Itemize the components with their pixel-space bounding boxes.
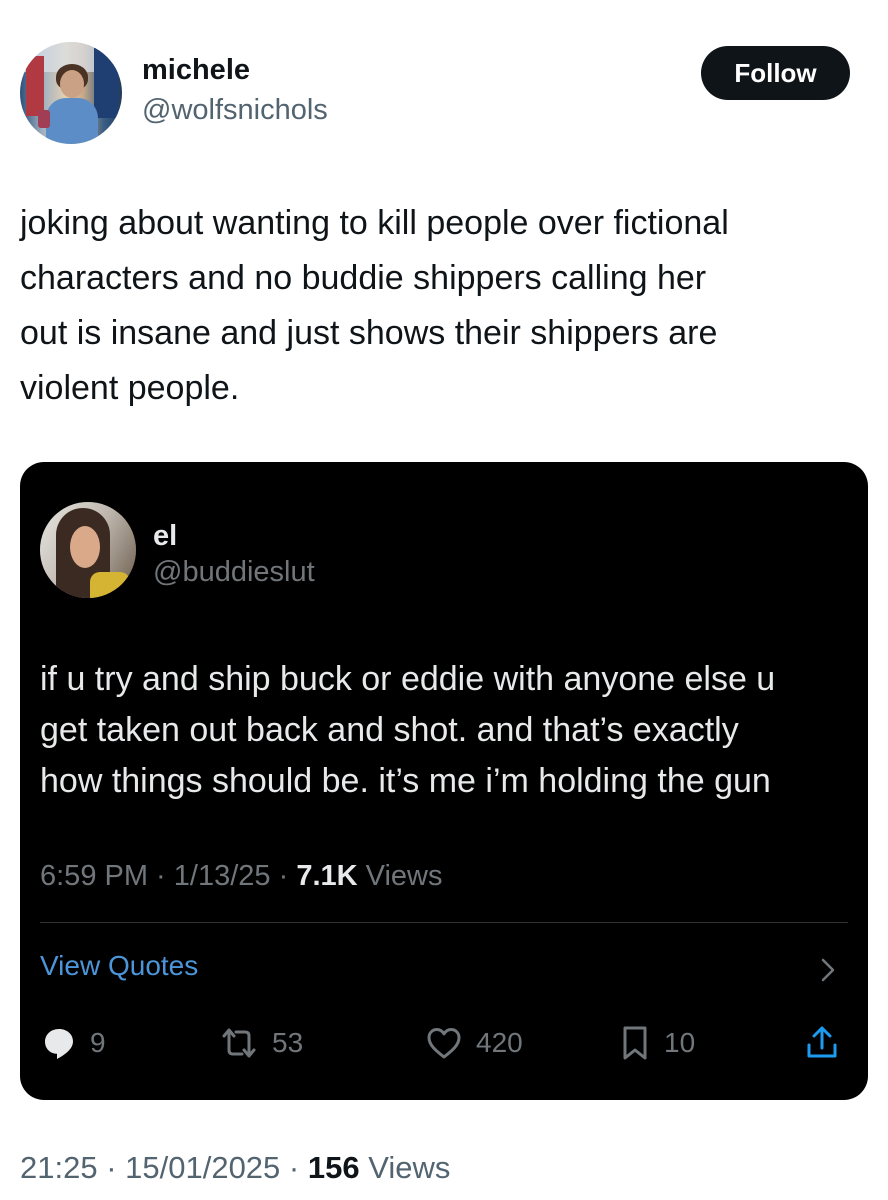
quoted-tweet-card[interactable]: el @buddieslut if u try and ship buck or… — [20, 462, 868, 1100]
quoted-author-handle[interactable]: @buddieslut — [153, 556, 315, 589]
like-button[interactable]: 420 — [424, 1024, 523, 1062]
tweet-text: joking about wanting to kill people over… — [20, 204, 729, 407]
tweet-header: michele @wolfsnichols Follow — [20, 42, 850, 146]
quoted-tweet-time[interactable]: 6:59 PM — [40, 860, 148, 892]
tweet-date[interactable]: 15/01/2025 — [125, 1150, 280, 1185]
tweet-views-label: Views — [368, 1150, 451, 1185]
share-button[interactable] — [802, 1024, 842, 1062]
view-quotes-link[interactable]: View Quotes — [40, 950, 198, 982]
tweet-time[interactable]: 21:25 — [20, 1150, 98, 1185]
repost-count: 53 — [272, 1027, 304, 1058]
quoted-author-name[interactable]: el — [153, 520, 177, 553]
reply-icon — [40, 1024, 78, 1062]
bookmark-button[interactable]: 10 — [618, 1024, 695, 1062]
heart-icon — [424, 1024, 464, 1062]
reply-count: 9 — [90, 1027, 106, 1058]
retweet-icon — [218, 1024, 260, 1062]
chevron-right-icon[interactable] — [816, 954, 840, 986]
like-count: 420 — [476, 1027, 523, 1058]
share-icon — [802, 1023, 842, 1063]
quoted-tweet-views-count: 7.1K — [296, 860, 358, 892]
author-avatar[interactable] — [20, 42, 122, 144]
bookmark-icon — [618, 1023, 652, 1063]
quoted-tweet-views-label: Views — [365, 860, 443, 892]
quoted-tweet-text: if u try and ship buck or eddie with any… — [40, 660, 776, 800]
author-name[interactable]: michele — [142, 54, 250, 87]
repost-button[interactable]: 53 — [218, 1024, 303, 1062]
quoted-author-avatar[interactable] — [40, 502, 136, 598]
tweet-views-count: 156 — [307, 1150, 360, 1185]
quoted-tweet-date[interactable]: 1/13/25 — [174, 860, 271, 892]
quoted-tweet-meta: 6:59 PM · 1/13/25 · 7.1K Views — [40, 860, 443, 892]
tweet-footer-meta: 21:25 · 15/01/2025 · 156 Views — [20, 1150, 451, 1185]
divider — [40, 922, 848, 923]
bookmark-count: 10 — [664, 1027, 696, 1058]
follow-button[interactable]: Follow — [701, 46, 850, 100]
author-handle[interactable]: @wolfsnichols — [142, 94, 328, 127]
reply-button[interactable]: 9 — [40, 1024, 106, 1062]
